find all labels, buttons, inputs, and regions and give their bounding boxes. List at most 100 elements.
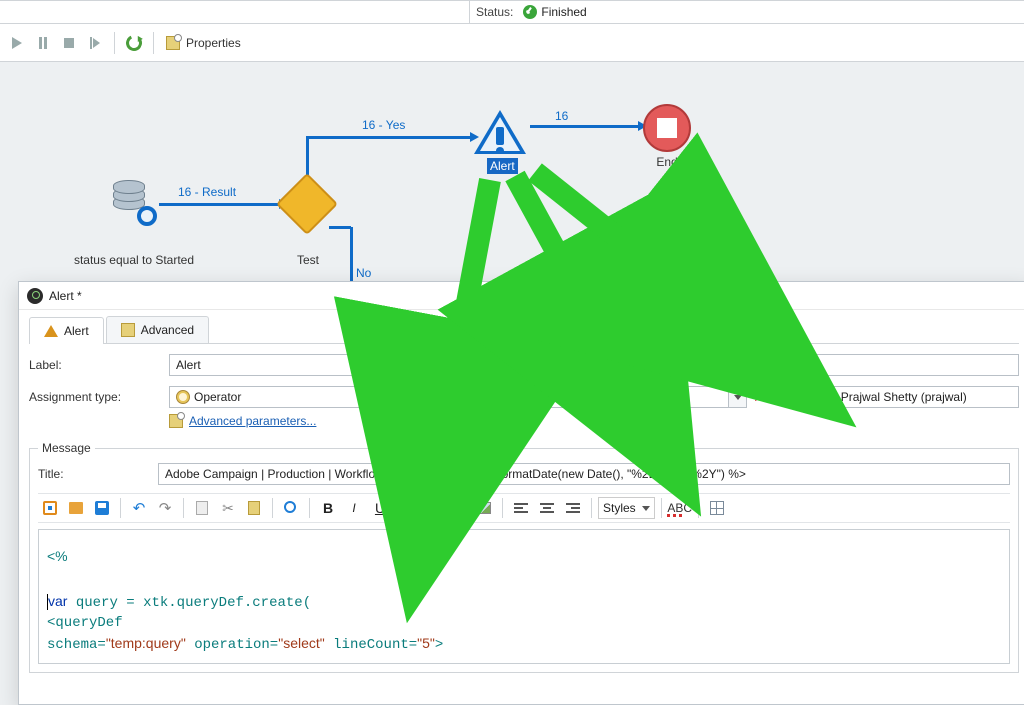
list-button[interactable] bbox=[420, 496, 444, 520]
underline-button[interactable]: U bbox=[368, 496, 392, 520]
code-line: <% bbox=[47, 548, 68, 564]
toolbar-separator bbox=[114, 32, 115, 54]
separator bbox=[661, 498, 662, 518]
edge-label: 16 - Yes bbox=[362, 118, 405, 132]
label-input[interactable]: Alert bbox=[169, 354, 1019, 376]
end-icon bbox=[643, 104, 691, 152]
node-query-label: status equal to Started bbox=[64, 253, 204, 267]
node-end-label: End bbox=[647, 155, 687, 169]
editor-toolbar: ↶ ↷ ✂ B I U T Styl bbox=[38, 493, 1010, 523]
copy-icon bbox=[196, 501, 208, 515]
tab-alert-label: Alert bbox=[64, 324, 89, 338]
align-right-icon bbox=[566, 503, 580, 513]
main-toolbar: Properties bbox=[0, 24, 1024, 62]
find-button[interactable] bbox=[279, 496, 303, 520]
italic-icon: I bbox=[352, 501, 355, 515]
edge-label: 16 bbox=[555, 109, 568, 123]
binoculars-icon bbox=[284, 501, 298, 515]
tab-advanced-label: Advanced bbox=[141, 323, 194, 337]
link-button[interactable] bbox=[446, 496, 470, 520]
copy-button[interactable] bbox=[190, 496, 214, 520]
step-button[interactable] bbox=[84, 32, 106, 54]
label-value: Alert bbox=[176, 358, 201, 372]
node-test[interactable] bbox=[281, 178, 333, 230]
workflow-canvas[interactable]: 16 - Result 16 - Yes No 16 status equal … bbox=[0, 62, 1024, 282]
spellcheck-button[interactable]: ABC bbox=[668, 496, 692, 520]
align-right-button[interactable] bbox=[561, 496, 585, 520]
save-icon bbox=[95, 501, 109, 515]
text-color-button[interactable]: T bbox=[394, 496, 418, 520]
tab-alert[interactable]: Alert bbox=[29, 317, 104, 344]
italic-button[interactable]: I bbox=[342, 496, 366, 520]
separator bbox=[502, 498, 503, 518]
warning-icon bbox=[44, 325, 58, 337]
advanced-parameters-text[interactable]: Advanced parameters... bbox=[189, 414, 316, 428]
edge-test-alert bbox=[307, 136, 472, 139]
edge-start-test bbox=[159, 203, 281, 206]
edge-test-no bbox=[350, 227, 353, 281]
align-left-button[interactable] bbox=[509, 496, 533, 520]
align-center-button[interactable] bbox=[535, 496, 559, 520]
title-input[interactable]: Adobe Campaign | Production | Workflow S… bbox=[158, 463, 1010, 485]
link-icon bbox=[451, 504, 465, 512]
assignment-type-dropdown[interactable] bbox=[729, 386, 747, 408]
tab-advanced[interactable]: Advanced bbox=[106, 316, 209, 343]
source-button[interactable] bbox=[38, 496, 62, 520]
save-button[interactable] bbox=[90, 496, 114, 520]
play-button[interactable] bbox=[6, 32, 28, 54]
redo-icon: ↷ bbox=[159, 499, 172, 517]
image-icon bbox=[477, 502, 491, 514]
assignee-value: Prajwal Shetty (prajwal) bbox=[841, 390, 967, 404]
person-icon bbox=[823, 390, 837, 404]
pause-icon bbox=[39, 37, 47, 49]
separator bbox=[272, 498, 273, 518]
dialog-titlebar[interactable]: Alert * bbox=[19, 282, 1024, 310]
node-alert-label: Alert bbox=[487, 158, 518, 174]
styles-select[interactable]: Styles bbox=[598, 497, 655, 519]
properties-label: Properties bbox=[186, 36, 241, 50]
pause-button[interactable] bbox=[32, 32, 54, 54]
status-bar: Status: Finished bbox=[0, 0, 1024, 24]
cut-icon: ✂ bbox=[222, 500, 234, 517]
image-button[interactable] bbox=[472, 496, 496, 520]
edge-label: No bbox=[356, 266, 371, 280]
assignment-type-value: Operator bbox=[194, 390, 241, 404]
node-alert[interactable] bbox=[474, 110, 530, 158]
message-editor[interactable]: <% var query = xtk.queryDef.create( <que… bbox=[38, 529, 1010, 664]
bold-button[interactable]: B bbox=[316, 496, 340, 520]
separator bbox=[183, 498, 184, 518]
operator-icon bbox=[176, 390, 190, 404]
node-test-label: Test bbox=[280, 253, 336, 267]
status-value: Finished bbox=[541, 5, 586, 19]
cut-button[interactable]: ✂ bbox=[216, 496, 240, 520]
assignee-select[interactable]: Prajwal Shetty (prajwal) bbox=[816, 386, 1019, 408]
edge-alert-end bbox=[530, 125, 640, 128]
advanced-parameters-link[interactable]: Advanced parameters... bbox=[169, 414, 316, 428]
properties-icon bbox=[166, 36, 180, 50]
underline-icon: U bbox=[375, 500, 385, 516]
stop-button[interactable] bbox=[58, 32, 80, 54]
step-icon bbox=[90, 37, 100, 49]
node-query[interactable] bbox=[107, 176, 159, 228]
paste-button[interactable] bbox=[242, 496, 266, 520]
paste-icon bbox=[248, 501, 260, 515]
edge-label: 16 - Result bbox=[178, 185, 236, 199]
status-finished-icon bbox=[523, 5, 537, 19]
node-end[interactable] bbox=[643, 104, 691, 152]
refresh-button[interactable] bbox=[123, 32, 145, 54]
properties-button[interactable]: Properties bbox=[162, 32, 245, 54]
table-button[interactable] bbox=[705, 496, 729, 520]
undo-button[interactable]: ↶ bbox=[127, 496, 151, 520]
separator bbox=[591, 498, 592, 518]
align-left-icon bbox=[514, 503, 528, 513]
undo-icon: ↶ bbox=[133, 499, 146, 517]
properties-icon bbox=[121, 323, 135, 337]
open-button[interactable] bbox=[64, 496, 88, 520]
separator bbox=[309, 498, 310, 518]
label-label: Label: bbox=[29, 358, 169, 372]
redo-button[interactable]: ↷ bbox=[153, 496, 177, 520]
folder-icon bbox=[69, 502, 83, 514]
title-label: Title: bbox=[38, 467, 158, 481]
message-legend: Message bbox=[38, 441, 95, 455]
assignment-type-select[interactable]: Operator bbox=[169, 386, 729, 408]
